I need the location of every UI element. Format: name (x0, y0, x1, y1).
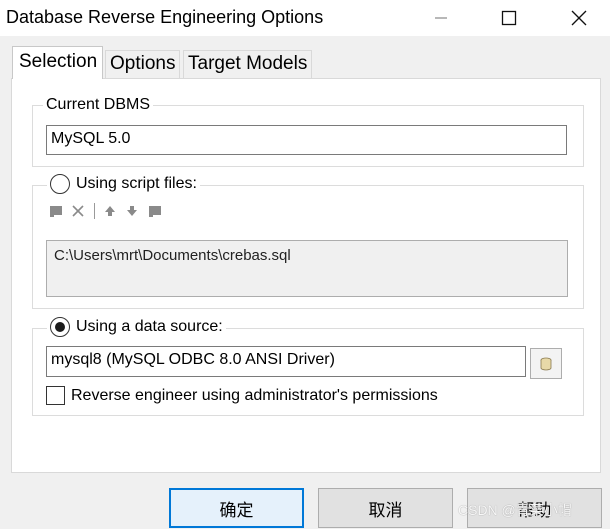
add-file-icon[interactable] (48, 203, 64, 219)
tab-selection[interactable]: Selection (12, 46, 104, 79)
current-dbms-group: Current DBMS MySQL 5.0 (32, 96, 584, 167)
data-source-label: Using a data source: (76, 318, 223, 335)
tab-target-models[interactable]: Target Models (183, 50, 313, 78)
current-dbms-legend: Current DBMS (43, 96, 154, 114)
admin-permissions-label: Reverse engineer using administrator's p… (71, 386, 438, 404)
admin-permissions-row[interactable]: Reverse engineer using administrator's p… (46, 386, 438, 405)
data-source-field[interactable]: mysql8 (MySQL ODBC 8.0 ANSI Driver) (46, 346, 526, 377)
current-dbms-field: MySQL 5.0 (46, 125, 567, 155)
title-bar: Database Reverse Engineering Options (0, 0, 610, 36)
data-source-group: Using a data source: mysql8 (MySQL ODBC … (32, 317, 584, 416)
data-source-radio[interactable] (50, 317, 70, 337)
script-files-label: Using script files: (76, 175, 197, 192)
delete-icon[interactable] (70, 203, 86, 219)
maximize-button[interactable] (486, 0, 532, 36)
cancel-button[interactable]: 取消 (318, 488, 453, 528)
toolbar-separator (94, 203, 95, 219)
move-down-icon[interactable] (124, 203, 140, 219)
selection-panel: Current DBMS MySQL 5.0 Using script file… (11, 78, 601, 473)
script-files-radio[interactable] (50, 174, 70, 194)
minimize-button[interactable] (418, 0, 464, 36)
ok-button[interactable]: 确定 (169, 488, 304, 528)
script-files-legend[interactable]: Using script files: (47, 174, 200, 194)
tab-options[interactable]: Options (105, 50, 181, 78)
admin-permissions-checkbox[interactable] (46, 386, 65, 405)
script-files-list[interactable]: C:\Users\mrt\Documents\crebas.sql (46, 240, 568, 297)
data-source-legend[interactable]: Using a data source: (47, 317, 226, 337)
browse-data-source-button[interactable] (530, 348, 562, 379)
folder-icon[interactable] (147, 203, 163, 219)
move-up-icon[interactable] (102, 203, 118, 219)
watermark: CSDN @青菜小帽 (458, 502, 572, 518)
close-button[interactable] (556, 0, 602, 36)
window-title: Database Reverse Engineering Options (6, 7, 324, 27)
minimize-icon (435, 17, 447, 19)
database-icon (540, 357, 552, 370)
maximize-icon (501, 10, 517, 26)
close-icon (571, 10, 587, 26)
